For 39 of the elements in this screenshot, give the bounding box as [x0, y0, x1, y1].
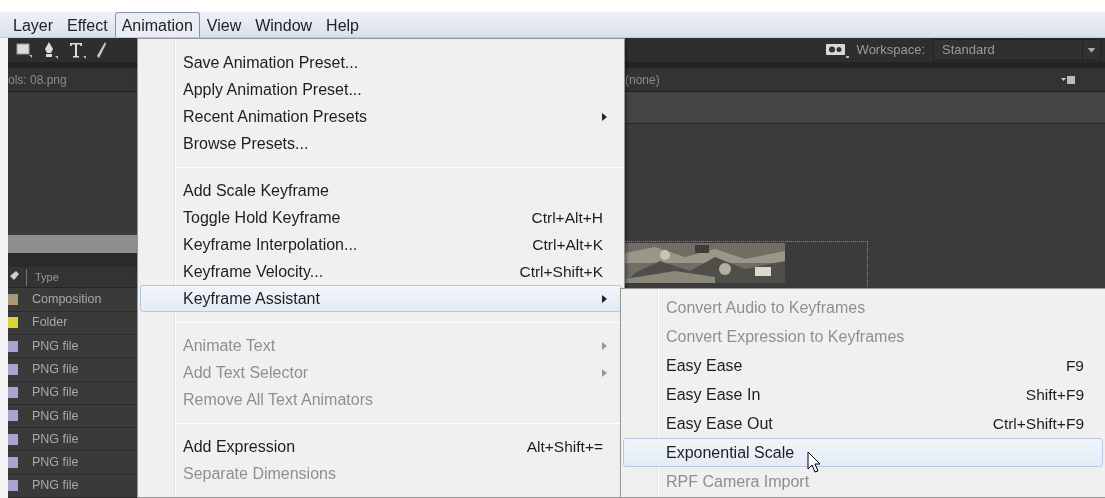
- column-header[interactable]: Type: [26, 269, 59, 286]
- menu-item[interactable]: Window: [248, 12, 320, 37]
- menu-item[interactable]: Easy Ease In Shift+F9: [623, 380, 1103, 409]
- menu-item[interactable]: Browse Presets...: [140, 130, 622, 157]
- table-cell-text: PNG file: [32, 430, 79, 448]
- menu-item[interactable]: Animation: [114, 12, 200, 37]
- menu-item[interactable]: Keyframe Interpolation... Ctrl+Alt+K: [140, 231, 622, 258]
- menu-item[interactable]: Effect: [60, 12, 115, 37]
- brush-tool-icon[interactable]: [96, 41, 106, 59]
- table-cell-text: Composition: [32, 291, 102, 309]
- menu-item[interactable]: Layer: [6, 12, 61, 37]
- menu-item[interactable]: Add Expression Alt+Shift+=: [140, 433, 622, 460]
- menu-item[interactable]: Recent Animation Presets: [140, 103, 622, 130]
- menu-item[interactable]: Apply Animation Preset...: [140, 76, 622, 103]
- table-cell-text: PNG file: [32, 454, 79, 472]
- menu-item[interactable]: Save Animation Preset...: [140, 49, 622, 76]
- menu-item[interactable]: Add Scale Keyframe: [140, 177, 622, 204]
- menu-item[interactable]: Easy Ease Out Ctrl+Shift+F9: [623, 409, 1103, 438]
- workspace-icon[interactable]: [824, 42, 849, 58]
- panel-menu-icon[interactable]: [1061, 74, 1075, 85]
- menu-item[interactable]: Keyframe Assistant: [140, 285, 622, 312]
- table-cell-text: PNG file: [32, 477, 79, 495]
- type-tool-icon[interactable]: [68, 41, 86, 59]
- panel-tab[interactable]: (none): [625, 70, 660, 89]
- workspace-label: Workspace:: [856, 41, 925, 60]
- menu-item[interactable]: Toggle Hold Keyframe Ctrl+Alt+H: [140, 204, 622, 231]
- workspace-dropdown[interactable]: Standard: [933, 39, 1101, 61]
- menu-item[interactable]: Easy Ease F9: [623, 351, 1103, 380]
- table-cell-text: PNG file: [32, 361, 79, 378]
- mouse-pointer-icon: [807, 451, 821, 473]
- menu-item[interactable]: Keyframe Velocity... Ctrl+Shift+K: [140, 258, 622, 285]
- rectangle-tool-icon[interactable]: [16, 42, 32, 58]
- pen-tool-icon[interactable]: [42, 41, 58, 59]
- table-cell-text: PNG file: [32, 407, 79, 425]
- menu-item[interactable]: Help: [319, 12, 366, 37]
- menu-item[interactable]: View: [199, 12, 249, 37]
- table-cell-text: PNG file: [32, 384, 79, 402]
- table-cell-text: Folder: [32, 314, 68, 332]
- table-cell-text: PNG file: [32, 337, 79, 355]
